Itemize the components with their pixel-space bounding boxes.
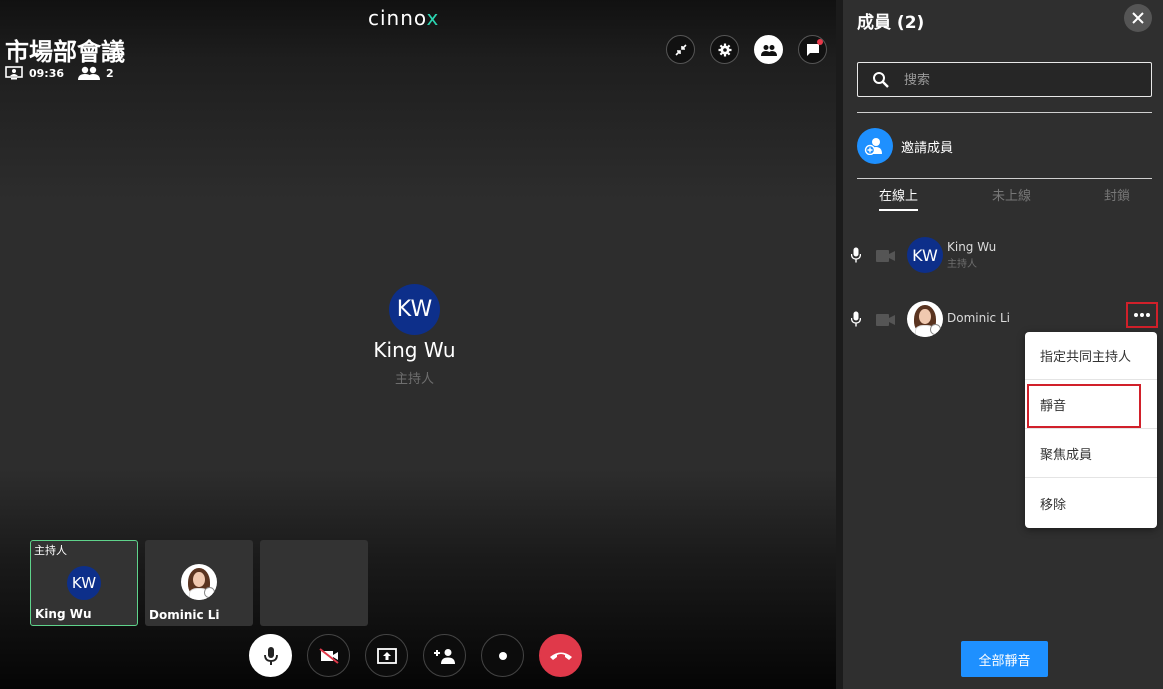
panel-divider (836, 0, 843, 689)
invite-label: 邀請成員 (901, 140, 954, 156)
microphone-icon (263, 646, 278, 665)
speaker-name: King Wu (373, 338, 456, 362)
notification-dot (817, 39, 823, 45)
microphone-icon (850, 311, 862, 331)
camera-icon (876, 248, 896, 267)
screen-icon (5, 66, 23, 80)
mic-button[interactable] (249, 634, 292, 677)
camera-button[interactable] (307, 634, 350, 677)
chat-button[interactable] (798, 35, 827, 64)
meeting-duration: 09:36 (29, 66, 65, 80)
close-panel-button[interactable] (1124, 4, 1152, 32)
speaker-avatar: KW (389, 284, 440, 335)
member-name: King Wu (947, 240, 997, 254)
video-tile-king-wu[interactable]: 主持人 KW King Wu (30, 540, 138, 626)
member-context-menu: 指定共同主持人 靜音 聚焦成員 移除 (1025, 332, 1157, 528)
divider (857, 178, 1152, 179)
member-name: Dominic Li (947, 311, 1010, 325)
camera-icon (876, 312, 896, 331)
member-row-king-wu[interactable]: KW King Wu 主持人 (850, 235, 1156, 275)
menu-item-mute[interactable]: 靜音 (1025, 381, 1157, 429)
gear-icon (718, 43, 731, 56)
meeting-title: 市場部會議 (5, 38, 125, 66)
avatar (181, 564, 217, 600)
avatar: KW (67, 566, 101, 600)
search-icon (872, 71, 890, 93)
menu-item-spotlight[interactable]: 聚焦成員 (1025, 430, 1157, 478)
end-call-button[interactable] (539, 634, 582, 677)
more-options-button[interactable] (1126, 302, 1158, 328)
add-member-button[interactable] (423, 634, 466, 677)
share-screen-button[interactable] (365, 634, 408, 677)
cinnox-logo: cinnox (368, 6, 440, 30)
member-role: 主持人 (947, 259, 977, 270)
record-button[interactable] (481, 634, 524, 677)
search-input[interactable] (904, 70, 1134, 90)
menu-item-remove[interactable]: 移除 (1025, 479, 1157, 527)
mute-all-button[interactable]: 全部靜音 (961, 641, 1048, 677)
divider (857, 112, 1152, 113)
chat-icon (806, 43, 819, 56)
invite-member-button[interactable]: 邀請成員 (857, 128, 953, 164)
tile-name: King Wu (35, 607, 92, 621)
more-icon (1134, 313, 1150, 317)
video-off-icon (318, 647, 339, 664)
collapse-icon (674, 43, 687, 56)
top-toolbar (666, 35, 827, 64)
minimize-button[interactable] (666, 35, 695, 64)
members-button[interactable] (754, 35, 783, 64)
participant-count: 2 (106, 66, 114, 80)
tile-name: Dominic Li (149, 608, 220, 622)
hang-up-icon (549, 652, 572, 660)
panel-title: 成員 (2) (857, 13, 925, 33)
video-stage: cinnox 市場部會議 09:36 2 KW King Wu 主持人 主持人 … (0, 0, 836, 689)
tab-online[interactable]: 在線上 (879, 185, 919, 211)
members-panel: 成員 (2) 邀請成員 在線上 未上線 封鎖 KW King Wu 主持人 (843, 0, 1163, 689)
call-controls (249, 634, 582, 677)
tab-offline[interactable]: 未上線 (992, 185, 1031, 204)
tab-blocked[interactable]: 封鎖 (1104, 185, 1130, 204)
video-tile-dominic-li[interactable]: Dominic Li (145, 540, 253, 626)
meeting-meta: 09:36 2 (5, 66, 122, 80)
people-icon (78, 66, 101, 80)
host-label: 主持人 (34, 544, 67, 557)
video-tile-empty (260, 540, 368, 626)
add-user-icon (433, 648, 455, 664)
member-search (857, 62, 1152, 97)
speaker-role: 主持人 (394, 372, 434, 387)
microphone-icon (850, 247, 862, 267)
avatar: KW (907, 237, 943, 273)
member-tabs: 在線上 未上線 封鎖 (857, 185, 1152, 211)
people-icon (760, 44, 777, 56)
avatar (907, 301, 943, 337)
settings-button[interactable] (710, 35, 739, 64)
menu-item-assign-cohost[interactable]: 指定共同主持人 (1025, 332, 1157, 380)
record-icon (498, 651, 507, 660)
share-screen-icon (376, 647, 397, 664)
close-icon (1132, 12, 1144, 24)
add-user-icon (857, 128, 893, 164)
